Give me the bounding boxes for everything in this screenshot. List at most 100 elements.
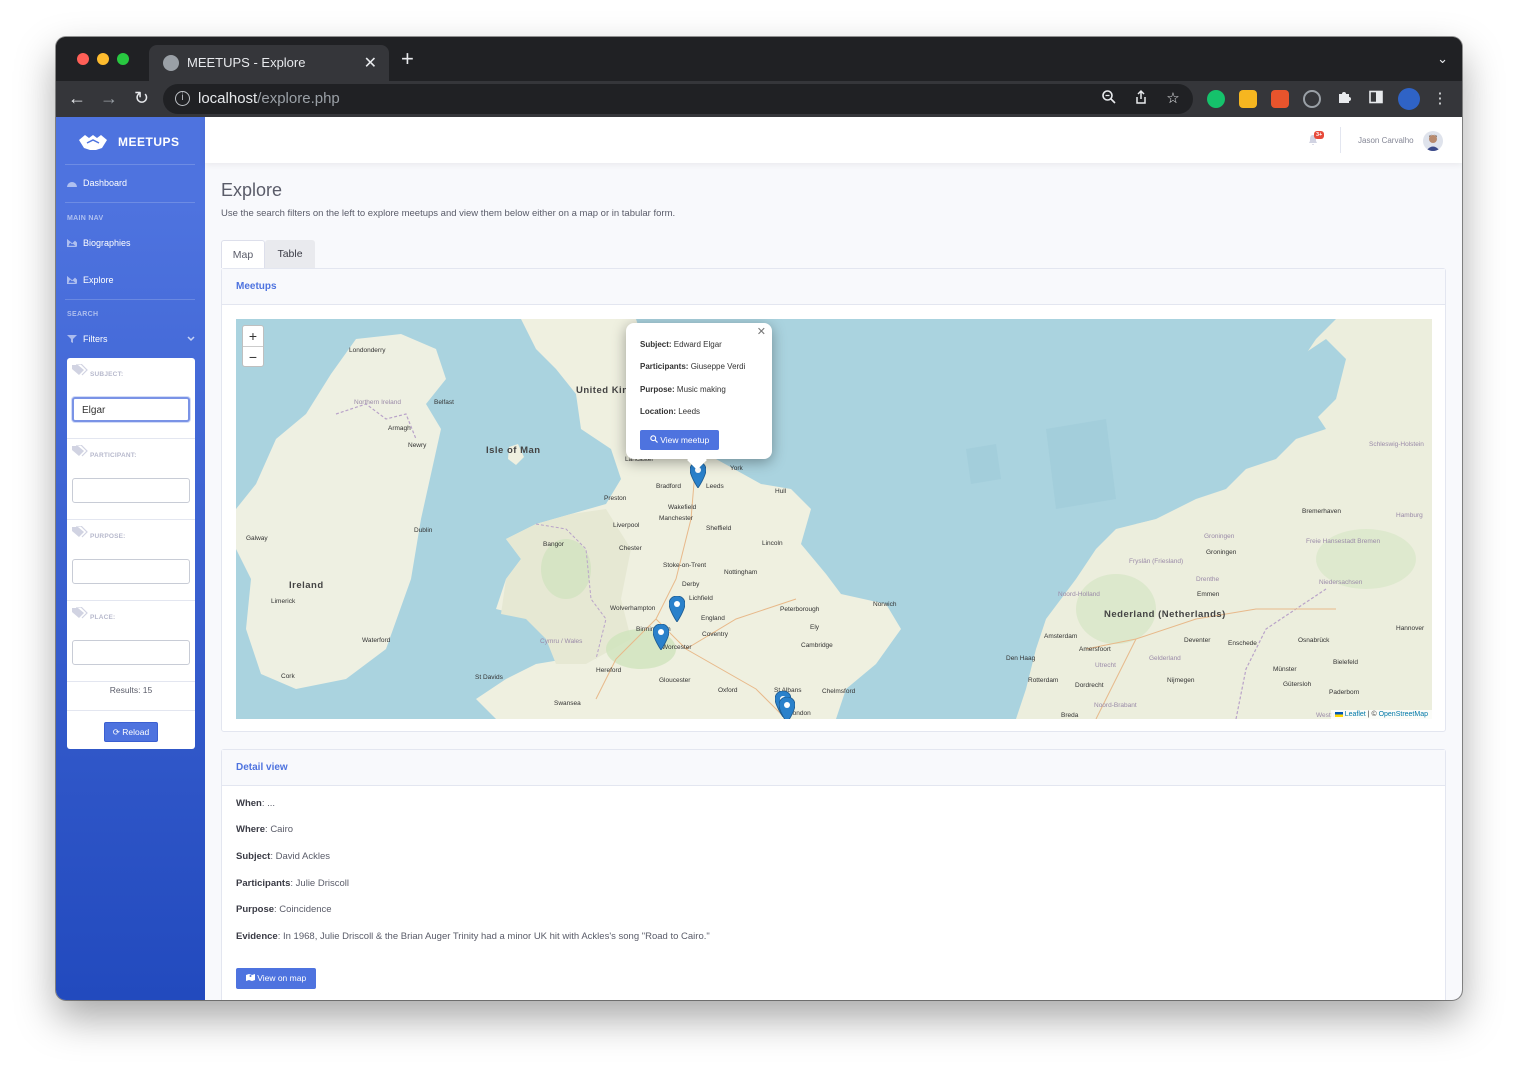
map-marker-icon[interactable] xyxy=(653,624,669,650)
reload-button[interactable]: ⟳ Reload xyxy=(104,722,158,742)
sidepanel-icon[interactable] xyxy=(1366,89,1386,109)
close-tab-icon[interactable]: ✕ xyxy=(364,53,377,73)
filter-label: PARTICIPANT: xyxy=(90,452,137,459)
back-button[interactable]: ← xyxy=(68,87,86,109)
filter-label: PURPOSE: xyxy=(90,533,126,540)
view-on-map-button[interactable]: View on map xyxy=(236,968,316,989)
purpose-input[interactable] xyxy=(72,559,190,584)
filter-participant: PARTICIPANT: xyxy=(67,439,195,520)
map-marker-icon[interactable] xyxy=(779,697,795,719)
map-label: York xyxy=(730,465,743,472)
tab-strip: MEETUPS - Explore ✕ + ⌄ xyxy=(56,37,1462,81)
grammarly-extension-icon[interactable] xyxy=(1207,90,1225,108)
map-label: Swansea xyxy=(554,700,581,707)
map-label: Nederland (Netherlands) xyxy=(1104,609,1226,620)
popup-value: Edward Elgar xyxy=(673,340,722,349)
zoom-out-button[interactable]: − xyxy=(243,346,263,366)
chevron-down-icon[interactable]: ⌄ xyxy=(1437,51,1448,67)
map-label: Peterborough xyxy=(780,606,820,613)
profile-avatar-icon[interactable] xyxy=(1398,88,1420,110)
map-label: Amersfoort xyxy=(1079,646,1111,653)
extensions-puzzle-icon[interactable] xyxy=(1334,89,1354,109)
place-input[interactable] xyxy=(72,640,190,665)
map-label: Armagh xyxy=(388,425,411,432)
map-marked-icon xyxy=(245,974,255,981)
new-tab-button[interactable]: + xyxy=(401,48,414,70)
detail-when: When: ... xyxy=(236,798,275,809)
browser-tab[interactable]: MEETUPS - Explore ✕ xyxy=(149,45,389,81)
reload-page-button[interactable]: ↻ xyxy=(134,87,149,109)
map-tiles xyxy=(236,319,1432,719)
tab-table[interactable]: Table xyxy=(265,240,315,268)
sync-icon: ⟳ xyxy=(112,727,120,737)
map-label: Cambridge xyxy=(801,642,833,649)
map-marker-icon[interactable] xyxy=(669,596,685,622)
osm-link[interactable]: OpenStreetMap xyxy=(1379,711,1428,718)
detail-card: Detail view When: ... Where: Cairo Subje… xyxy=(221,749,1446,1000)
map-label: Wakefield xyxy=(668,504,697,511)
zoom-control: + − xyxy=(242,325,264,367)
map-label: Fryslân (Friesland) xyxy=(1129,558,1184,565)
tab-title: MEETUPS - Explore xyxy=(187,55,306,70)
page-title: Explore xyxy=(221,180,283,200)
tags-icon xyxy=(72,607,88,619)
detail-label: Participants xyxy=(236,878,291,889)
map-view[interactable]: United Kingdom Isle of Man Ireland Neder… xyxy=(236,319,1432,719)
site-info-icon[interactable]: i xyxy=(175,91,190,106)
map-label: Derby xyxy=(682,581,700,588)
map-label: Emmen xyxy=(1197,591,1220,598)
participant-input[interactable] xyxy=(72,478,190,503)
map-label: Lincoln xyxy=(762,540,783,547)
brand[interactable]: MEETUPS xyxy=(78,129,180,155)
tab-map[interactable]: Map xyxy=(221,240,265,268)
sidebar-item-label: Biographies xyxy=(83,238,131,248)
popup-location: Location: Leeds xyxy=(640,407,700,416)
map-card-title: Meetups xyxy=(222,269,1445,305)
share-icon[interactable] xyxy=(1131,89,1151,109)
map-label: Bremerhaven xyxy=(1302,508,1342,515)
filter-label: SUBJECT: xyxy=(90,371,124,378)
filter-panel: SUBJECT: Elgar PARTICIPANT: PURPOSE: PLA… xyxy=(67,358,195,749)
maximize-window-button[interactable] xyxy=(117,53,129,65)
detail-value: : Julie Driscoll xyxy=(290,878,349,889)
map-label: Galway xyxy=(246,535,268,542)
map-label: Chelmsford xyxy=(822,688,856,695)
map-label: Münster xyxy=(1273,666,1297,673)
map-label: England xyxy=(701,615,725,622)
globe-icon xyxy=(163,55,179,71)
map-label: Paderborn xyxy=(1329,689,1360,696)
sidebar: MEETUPS Dashboard MAIN NAV Biographies E… xyxy=(56,117,205,1000)
map-label: Rotterdam xyxy=(1028,677,1059,684)
map-label: Nottingham xyxy=(724,569,758,576)
notes-extension-icon[interactable] xyxy=(1239,90,1257,108)
off-extension-icon[interactable] xyxy=(1271,90,1289,108)
map-popup: ✕ Subject: Edward Elgar Participants: Gi… xyxy=(626,323,772,470)
chevron-down-icon xyxy=(187,336,195,342)
sidebar-item-filters[interactable]: Filters xyxy=(67,334,195,344)
sidebar-item-dashboard[interactable]: Dashboard xyxy=(67,178,127,188)
zoom-in-button[interactable]: + xyxy=(243,326,263,346)
sidebar-item-biographies[interactable]: Biographies xyxy=(67,238,131,248)
forward-button[interactable]: → xyxy=(100,87,118,109)
bookmark-star-icon[interactable]: ☆ xyxy=(1163,89,1183,109)
sidebar-heading-search: SEARCH xyxy=(67,311,99,318)
leaflet-link[interactable]: Leaflet xyxy=(1345,711,1366,718)
vpn-extension-icon[interactable] xyxy=(1303,90,1321,108)
minimize-window-button[interactable] xyxy=(97,53,109,65)
view-meetup-button[interactable]: View meetup xyxy=(640,430,719,450)
close-window-button[interactable] xyxy=(77,53,89,65)
sidebar-item-label: Explore xyxy=(83,275,114,285)
map-label: Londonderry xyxy=(349,347,386,354)
browser-menu-icon[interactable]: ⋮ xyxy=(1430,89,1450,109)
subject-input[interactable]: Elgar xyxy=(72,397,190,422)
sidebar-item-explore[interactable]: Explore xyxy=(67,275,114,285)
popup-subject: Subject: Edward Elgar xyxy=(640,340,722,349)
zoom-icon[interactable] xyxy=(1099,89,1119,109)
filter-place: PLACE: xyxy=(67,601,195,682)
address-bar[interactable]: i localhost/explore.php ☆ xyxy=(163,84,1193,114)
detail-label: Purpose xyxy=(236,904,275,915)
map-label: Noord-Holland xyxy=(1058,591,1100,598)
detail-label: Where xyxy=(236,824,266,835)
map-label: Wolverhampton xyxy=(610,605,656,612)
close-icon[interactable]: ✕ xyxy=(757,325,766,338)
